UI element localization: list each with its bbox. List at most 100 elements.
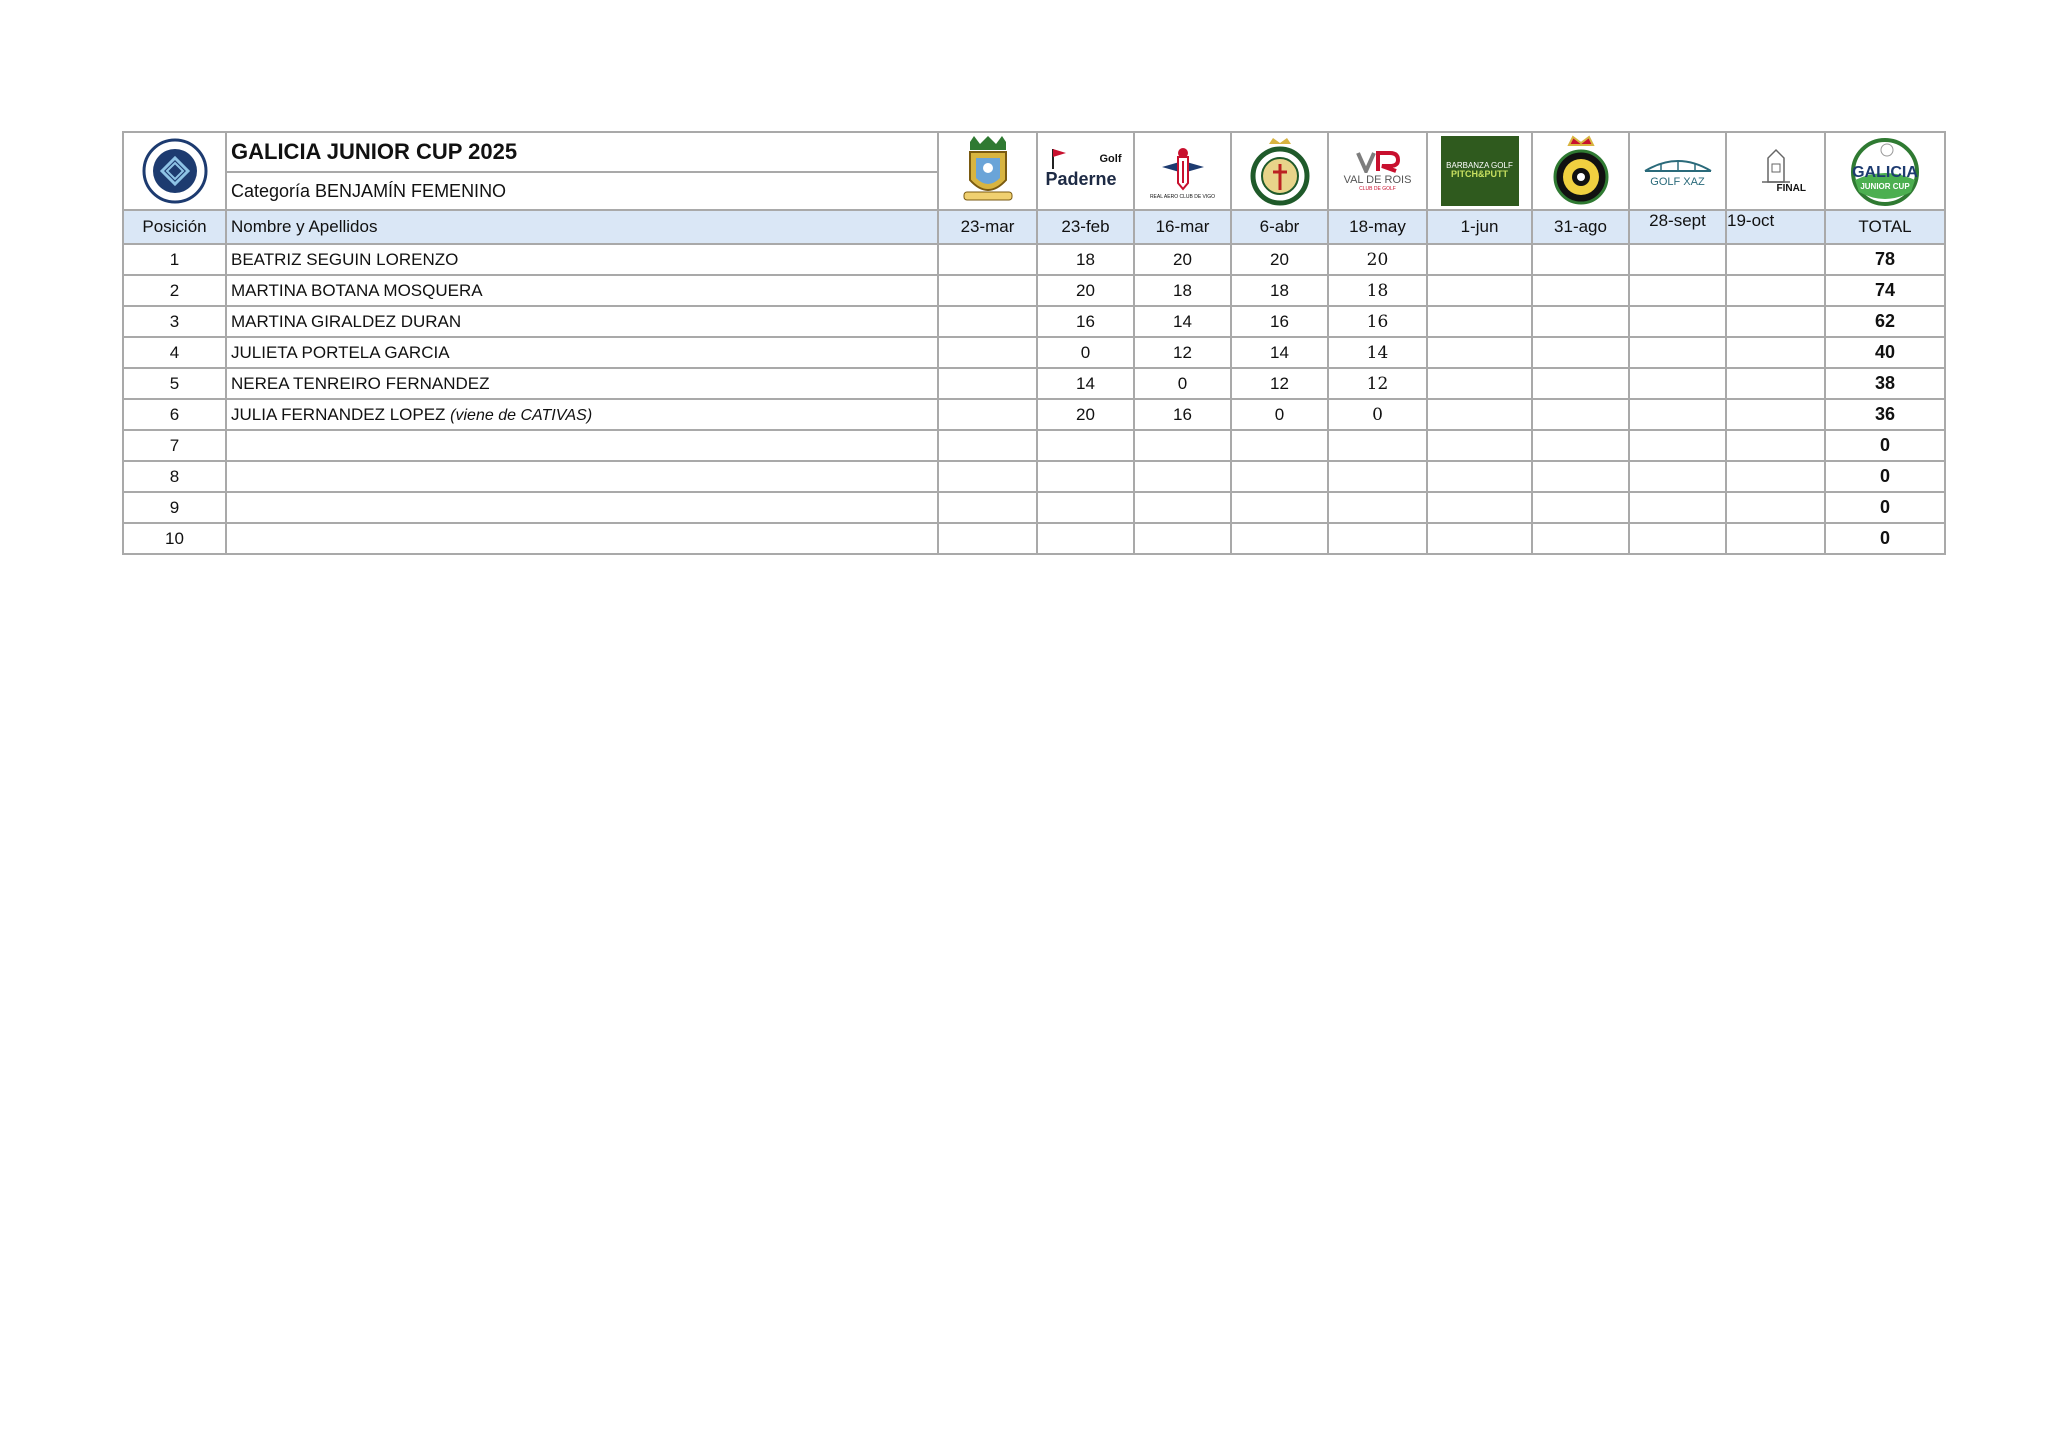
total-cell: 78: [1824, 243, 1946, 276]
score-cell-28-sept: [1628, 429, 1727, 462]
table-row: 5 NEREA TENREIRO FERNANDEZ 14 0 12 12 38: [122, 367, 1946, 400]
player-name-cell: [225, 522, 939, 555]
score-cell-19-oct: [1725, 336, 1826, 369]
score-cell-19-oct: [1725, 429, 1826, 462]
cross-crest-icon: [1250, 138, 1309, 206]
paderne-golf-label: Golf: [1099, 153, 1122, 165]
club-logo-6: BARBANZA GOLF PITCH&PUTT: [1426, 131, 1533, 211]
player-name-cell: MARTINA GIRALDEZ DURAN: [225, 305, 939, 338]
junior-cup-logo-label: JUNIOR CUP: [1860, 182, 1910, 191]
score-cell-28-sept: [1628, 522, 1727, 555]
total-cell: 62: [1824, 305, 1946, 338]
player-name: JULIETA PORTELA GARCIA: [231, 342, 450, 362]
score-cell-6-abr: 0: [1230, 398, 1329, 431]
column-header-row: Posición Nombre y Apellidos 23-mar 23-feb…: [122, 209, 1946, 245]
table-row: 4 JULIETA PORTELA GARCIA 0 12 14 14 40: [122, 336, 1946, 369]
club-logo-7: [1531, 131, 1630, 211]
score-cell-19-oct: [1725, 274, 1826, 307]
score-cell-23-mar: [937, 429, 1038, 462]
vr-mark-icon: [1355, 150, 1400, 173]
standings-table: GALICIA JUNIOR CUP 2025 Categoría BENJAM…: [122, 131, 1946, 555]
score-cell-23-feb: 14: [1036, 367, 1135, 400]
total-cell: 0: [1824, 460, 1946, 493]
club-logo-4: [1230, 131, 1329, 211]
score-cell-1-jun: [1426, 243, 1533, 276]
federation-logo-cell: [122, 131, 227, 211]
score-cell-28-sept: [1628, 336, 1727, 369]
score-cell-23-mar: [937, 367, 1038, 400]
score-cell-23-mar: [937, 522, 1038, 555]
score-cell-6-abr: 20: [1230, 243, 1329, 276]
score-cell-28-sept: [1628, 367, 1727, 400]
date-header-18-may: 18-may: [1327, 209, 1428, 245]
total-cell: 36: [1824, 398, 1946, 431]
position-cell: 3: [122, 305, 227, 338]
score-cell-18-may: [1327, 491, 1428, 524]
galicia-junior-cup-logo: GALICIA JUNIOR CUP: [1843, 136, 1927, 206]
score-cell-18-may: 16: [1327, 305, 1428, 338]
table-row: 6 JULIA FERNANDEZ LOPEZ (viene de CATIVAS…: [122, 398, 1946, 431]
player-name-cell: BEATRIZ SEGUIN LORENZO: [225, 243, 939, 276]
score-cell-23-mar: [937, 243, 1038, 276]
total-cell: 0: [1824, 429, 1946, 462]
table-row: 70: [122, 429, 1946, 462]
score-cell-16-mar: 0: [1133, 367, 1232, 400]
score-cell-1-jun: [1426, 491, 1533, 524]
player-name-cell: NEREA TENREIRO FERNANDEZ: [225, 367, 939, 400]
score-cell-6-abr: [1230, 491, 1329, 524]
score-cell-18-may: [1327, 522, 1428, 555]
score-cell-18-may: 14: [1327, 336, 1428, 369]
player-name-cell: [225, 491, 939, 524]
score-cell-19-oct: [1725, 522, 1826, 555]
score-cell-23-feb: [1036, 429, 1135, 462]
score-cell-16-mar: 16: [1133, 398, 1232, 431]
score-cell-31-ago: [1531, 367, 1630, 400]
score-cell-28-sept: [1628, 243, 1727, 276]
table-row: 90: [122, 491, 1946, 524]
player-name: JULIA FERNANDEZ LOPEZ: [231, 404, 446, 424]
date-header-6-abr: 6-abr: [1230, 209, 1329, 245]
total-cell: 74: [1824, 274, 1946, 307]
player-name: MARTINA BOTANA MOSQUERA: [231, 280, 483, 300]
score-cell-1-jun: [1426, 522, 1533, 555]
score-cell-23-feb: [1036, 522, 1135, 555]
score-cell-23-feb: 18: [1036, 243, 1135, 276]
score-cell-28-sept: [1628, 398, 1727, 431]
page-title: GALICIA JUNIOR CUP 2025: [228, 134, 936, 173]
club-logo-8: GOLF XAZ: [1628, 131, 1727, 211]
score-cell-31-ago: [1531, 305, 1630, 338]
date-header-23-feb: 23-feb: [1036, 209, 1135, 245]
position-cell: 8: [122, 460, 227, 493]
score-cell-31-ago: [1531, 398, 1630, 431]
galicia-logo-label: GALICIA: [1852, 164, 1918, 181]
position-cell: 6: [122, 398, 227, 431]
name-header: Nombre y Apellidos: [225, 209, 939, 245]
barbanza-logo-box: BARBANZA GOLF PITCH&PUTT: [1440, 136, 1519, 206]
total-cell: 40: [1824, 336, 1946, 369]
score-cell-23-feb: [1036, 491, 1135, 524]
score-cell-28-sept: [1628, 491, 1727, 524]
table-row: 3 MARTINA GIRALDEZ DURAN 16 14 16 16 62: [122, 305, 1946, 338]
score-cell-23-mar: [937, 274, 1038, 307]
table-row: 2 MARTINA BOTANA MOSQUERA 20 18 18 18 74: [122, 274, 1946, 307]
player-name: MARTINA GIRALDEZ DURAN: [231, 311, 462, 331]
player-name: BEATRIZ SEGUIN LORENZO: [231, 249, 459, 269]
score-cell-23-feb: 20: [1036, 274, 1135, 307]
score-cell-1-jun: [1426, 274, 1533, 307]
score-cell-19-oct: [1725, 491, 1826, 524]
score-cell-18-may: 12: [1327, 367, 1428, 400]
score-cell-28-sept: [1628, 305, 1727, 338]
position-cell: 1: [122, 243, 227, 276]
score-cell-16-mar: 14: [1133, 305, 1232, 338]
score-cell-31-ago: [1531, 429, 1630, 462]
position-cell: 7: [122, 429, 227, 462]
score-cell-23-feb: 20: [1036, 398, 1135, 431]
table-row: 10 0: [122, 522, 1946, 555]
position-cell: 4: [122, 336, 227, 369]
score-cell-1-jun: [1426, 336, 1533, 369]
pitch-putt-label: PITCH&PUTT: [1451, 169, 1508, 180]
club-logo-3: REAL AERO CLUB DE VIGO: [1133, 131, 1232, 211]
score-cell-16-mar: [1133, 429, 1232, 462]
category-label: Categoría BENJAMÍN FEMENINO: [231, 180, 507, 201]
score-cell-19-oct: [1725, 305, 1826, 338]
